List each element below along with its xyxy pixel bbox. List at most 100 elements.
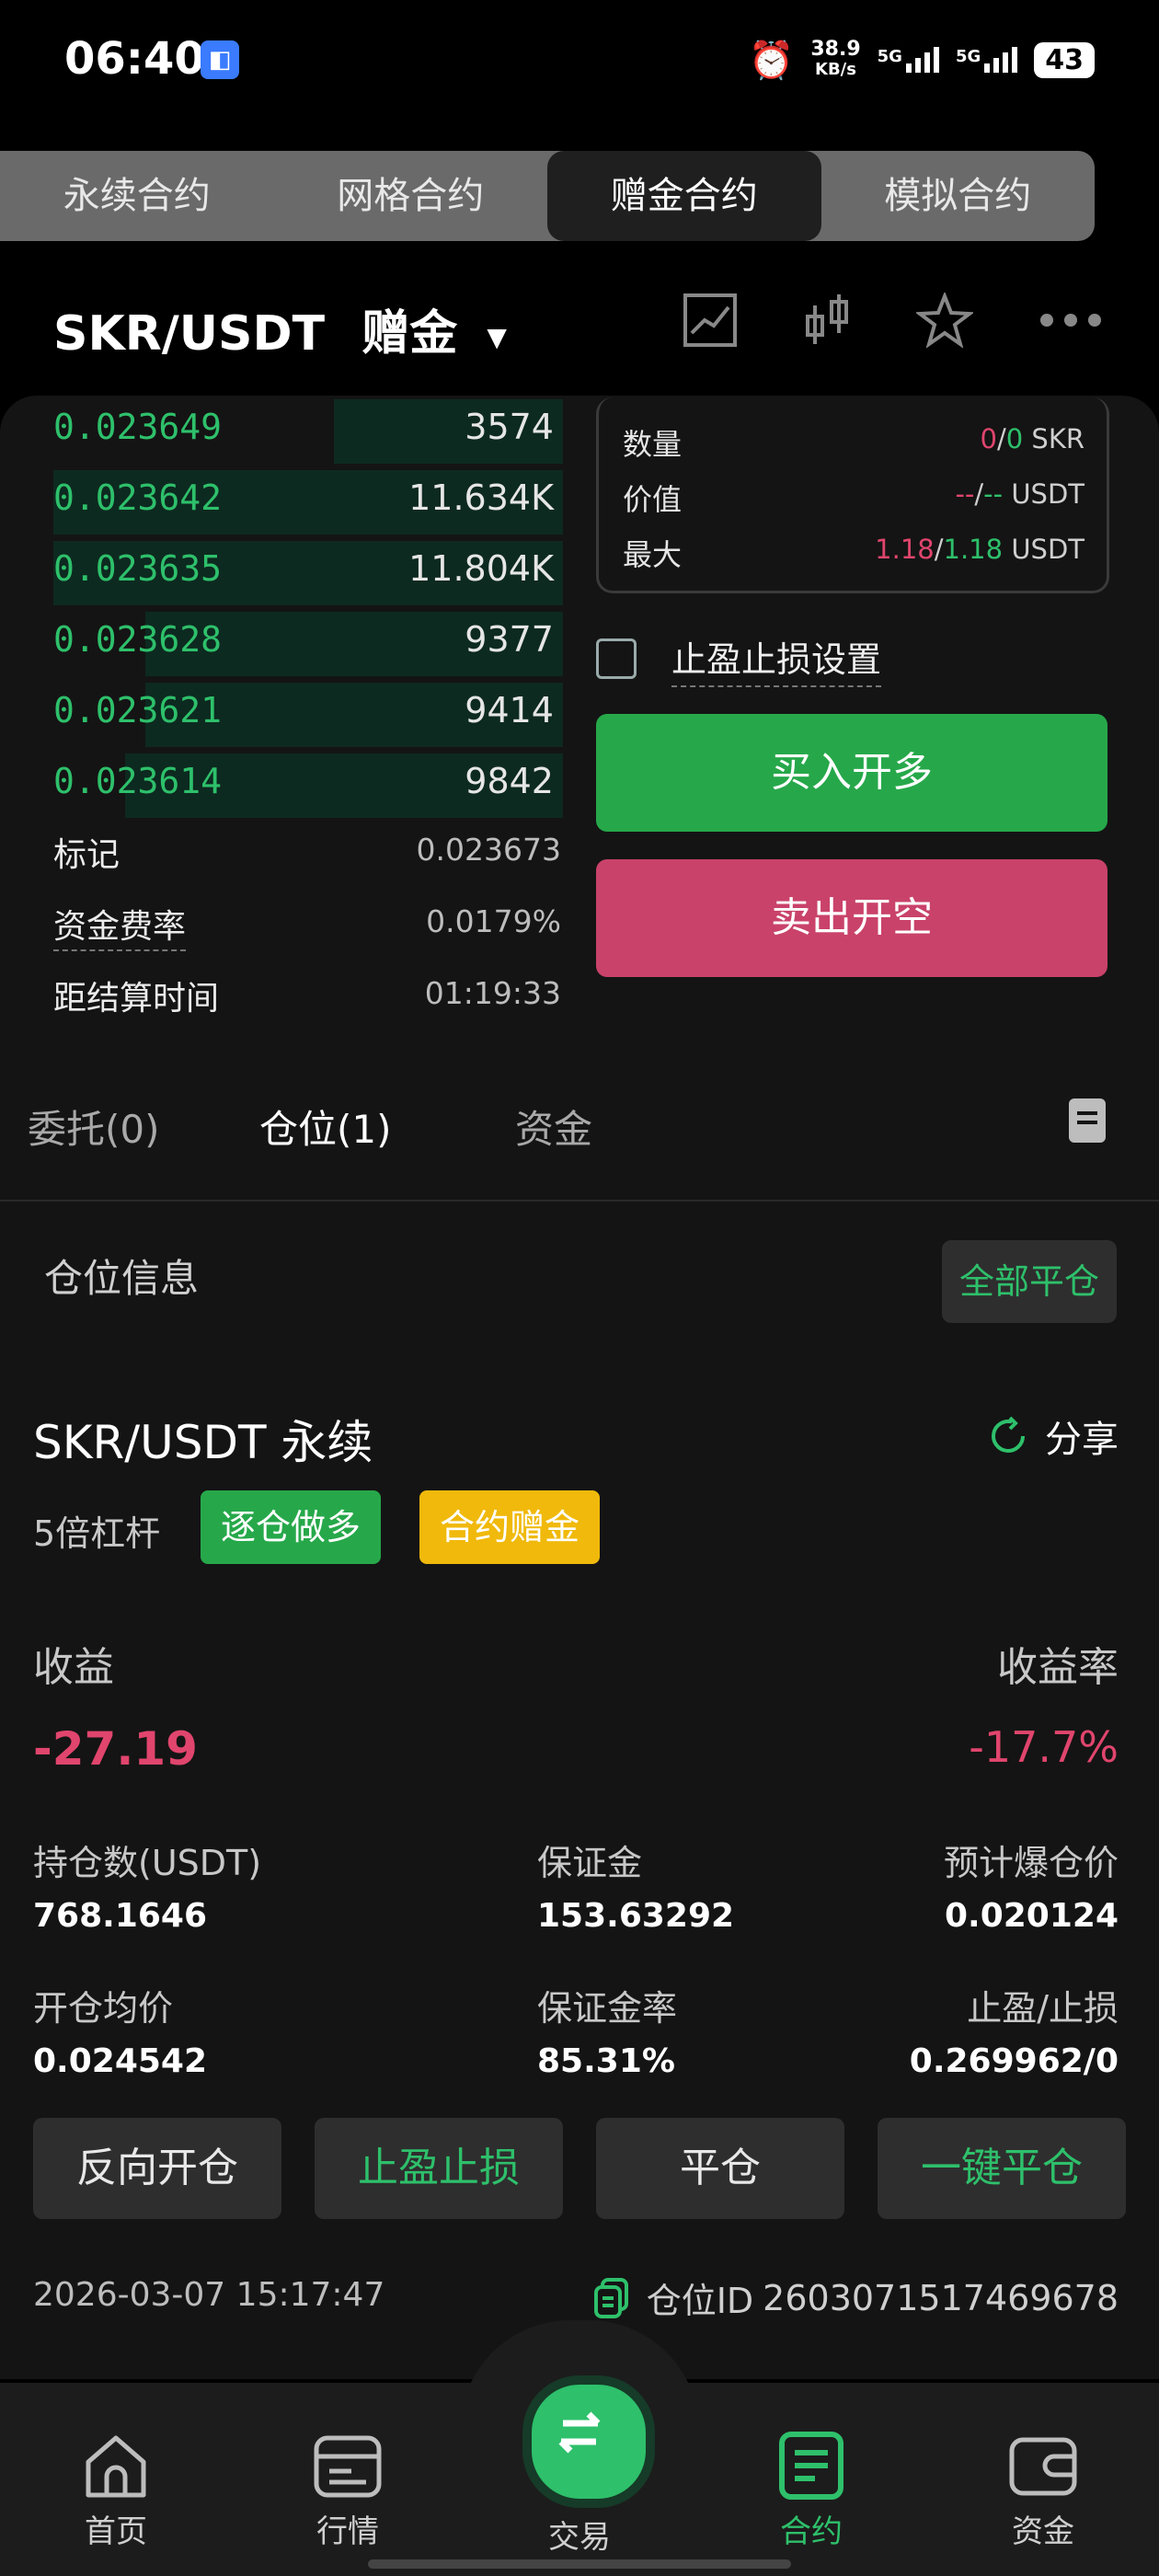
reverse-open-button[interactable]: 反向开仓 bbox=[33, 2118, 281, 2219]
entry-price-value: 0.024542 bbox=[33, 2042, 208, 2080]
value-value: --/-- USDT bbox=[955, 478, 1084, 510]
nav-assets-label: 资金 bbox=[1012, 2513, 1074, 2550]
position-id[interactable]: 仓位ID 2603071517469678 bbox=[593, 2272, 1119, 2323]
signal-2: 5G bbox=[956, 47, 1018, 73]
position-id-value: 2603071517469678 bbox=[763, 2277, 1119, 2318]
max-unit: USDT bbox=[1011, 534, 1084, 565]
tab-grid[interactable]: 网格合约 bbox=[274, 151, 548, 241]
net-speed: 38.9 KB/s bbox=[810, 40, 860, 80]
position-size-value: 768.1646 bbox=[33, 1897, 208, 1935]
funding-rate-row[interactable]: 资金费率 0.0179% bbox=[53, 900, 561, 951]
status-time: 06:40 bbox=[64, 33, 205, 85]
status-bar: 06:40 ◧ ⏰ 38.9 KB/s 5G 5G 43 bbox=[0, 0, 1159, 129]
bid-amount: 3574 bbox=[465, 407, 554, 447]
tab-orders[interactable]: 委托(0) bbox=[28, 1098, 160, 1155]
bid-price: 0.023614 bbox=[53, 761, 223, 801]
value-b: -- bbox=[983, 478, 1004, 510]
signal-bars-icon bbox=[984, 47, 1018, 73]
qty-row: 数量 0/0 SKR bbox=[623, 421, 1084, 464]
orderbook-row[interactable]: 0.023621 9414 bbox=[0, 679, 563, 749]
funding-rate-value: 0.0179% bbox=[426, 903, 561, 939]
net-speed-unit: KB/s bbox=[815, 60, 856, 79]
nav-trade[interactable]: 交易 bbox=[497, 2512, 662, 2557]
bid-amount: 11.634K bbox=[408, 477, 554, 518]
mark-price-row: 标记 0.023673 bbox=[53, 828, 561, 876]
position-symbol: SKR/USDT 永续 bbox=[33, 1416, 373, 1469]
orderbook-row[interactable]: 0.023628 9377 bbox=[0, 608, 563, 678]
share-button[interactable]: 分享 bbox=[988, 1409, 1119, 1463]
pair-mode: 赠金 bbox=[361, 306, 458, 362]
mark-price-value: 0.023673 bbox=[416, 832, 561, 868]
tpsl-button[interactable]: 止盈止损 bbox=[315, 2118, 563, 2219]
pair-selector[interactable]: SKR/USDT 赠金 ▼ bbox=[53, 294, 507, 363]
pair-name: SKR/USDT bbox=[53, 306, 326, 362]
pnl-value: -27.19 bbox=[33, 1722, 198, 1776]
qty-a: 0 bbox=[980, 423, 997, 454]
position-id-label: 仓位ID bbox=[646, 2281, 754, 2321]
value-unit: USDT bbox=[1011, 478, 1084, 510]
qty-value: 0/0 SKR bbox=[980, 423, 1084, 454]
tab-bonus[interactable]: 赠金合约 bbox=[547, 151, 821, 241]
buy-long-button[interactable]: 买入开多 bbox=[596, 714, 1107, 832]
document-icon[interactable] bbox=[1069, 1098, 1106, 1143]
tab-assets[interactable]: 资金 bbox=[515, 1098, 592, 1155]
swap-arrows-icon bbox=[558, 2411, 601, 2454]
bid-price: 0.023642 bbox=[53, 477, 223, 518]
signal-1-label: 5G bbox=[877, 47, 902, 66]
bid-price: 0.023635 bbox=[53, 548, 223, 589]
net-speed-value: 38.9 bbox=[810, 38, 861, 61]
max-row: 最大 1.18/1.18 USDT bbox=[623, 532, 1084, 574]
quick-close-button[interactable]: 一键平仓 bbox=[878, 2118, 1126, 2219]
nav-assets[interactable]: 资金 bbox=[960, 2429, 1126, 2551]
sell-short-button[interactable]: 卖出开空 bbox=[596, 859, 1107, 977]
tab-positions[interactable]: 仓位(1) bbox=[259, 1098, 392, 1155]
pnl-rate-value: -17.7% bbox=[969, 1722, 1119, 1772]
tpsl-checkbox[interactable] bbox=[596, 638, 637, 679]
markets-icon bbox=[314, 2435, 382, 2498]
orderbook-row[interactable]: 0.023614 9842 bbox=[0, 750, 563, 820]
home-indicator bbox=[368, 2559, 791, 2569]
settlement-time-row: 距结算时间 01:19:33 bbox=[53, 972, 561, 1019]
close-position-button[interactable]: 平仓 bbox=[596, 2118, 844, 2219]
candlestick-icon[interactable] bbox=[802, 293, 852, 348]
star-icon[interactable] bbox=[916, 293, 973, 348]
value-label: 价值 bbox=[623, 482, 683, 517]
nav-contracts-label: 合约 bbox=[780, 2513, 843, 2550]
tpsl-label: 止盈/止损 bbox=[967, 1988, 1119, 2029]
orderbook-row[interactable]: 0.023642 11.634K bbox=[0, 466, 563, 536]
more-icon[interactable] bbox=[1038, 311, 1104, 329]
max-b: 1.18 bbox=[943, 534, 1004, 565]
orderbook-row[interactable]: 0.023635 11.804K bbox=[0, 537, 563, 607]
tab-demo[interactable]: 模拟合约 bbox=[821, 151, 1096, 241]
tpsl-value: 0.269962/0 bbox=[909, 2042, 1119, 2080]
tpsl-settings-label[interactable]: 止盈止损设置 bbox=[671, 631, 882, 687]
status-right: ⏰ 38.9 KB/s 5G 5G 43 bbox=[749, 37, 1095, 83]
qty-unit: SKR bbox=[1031, 423, 1084, 454]
max-a: 1.18 bbox=[875, 534, 935, 565]
nav-markets-label: 行情 bbox=[316, 2513, 379, 2550]
trade-button[interactable] bbox=[522, 2375, 655, 2508]
chart-icon[interactable] bbox=[683, 293, 738, 348]
close-all-button[interactable]: 全部平仓 bbox=[942, 1240, 1117, 1323]
alarm-icon: ⏰ bbox=[748, 39, 795, 82]
nav-home[interactable]: 首页 bbox=[33, 2429, 199, 2551]
qty-b: 0 bbox=[1005, 423, 1024, 454]
header-actions bbox=[683, 293, 1104, 348]
order-summary-box: 数量 0/0 SKR 价值 --/-- USDT 最大 1.18/1.18 US… bbox=[596, 397, 1109, 593]
app-notification-icon: ◧ bbox=[201, 40, 239, 79]
margin-ratio-label: 保证金率 bbox=[537, 1988, 678, 2029]
tab-perpetual[interactable]: 永续合约 bbox=[0, 151, 274, 241]
order-tabs: 委托(0) 仓位(1) 资金 bbox=[0, 1058, 1159, 1202]
orderbook-row[interactable]: 0.023649 3574 bbox=[0, 396, 563, 466]
max-value: 1.18/1.18 USDT bbox=[875, 534, 1084, 565]
mark-price-label: 标记 bbox=[53, 836, 120, 874]
liq-price-value: 0.020124 bbox=[944, 1897, 1119, 1935]
nav-home-label: 首页 bbox=[85, 2513, 147, 2550]
nav-contracts[interactable]: 合约 bbox=[729, 2429, 894, 2551]
nav-trade-label: 交易 bbox=[548, 2519, 611, 2556]
settlement-time-label: 距结算时间 bbox=[53, 980, 220, 1018]
nav-markets[interactable]: 行情 bbox=[265, 2429, 430, 2551]
caret-down-icon: ▼ bbox=[487, 321, 507, 352]
bid-price: 0.023649 bbox=[53, 407, 223, 447]
value-a: -- bbox=[955, 478, 975, 510]
